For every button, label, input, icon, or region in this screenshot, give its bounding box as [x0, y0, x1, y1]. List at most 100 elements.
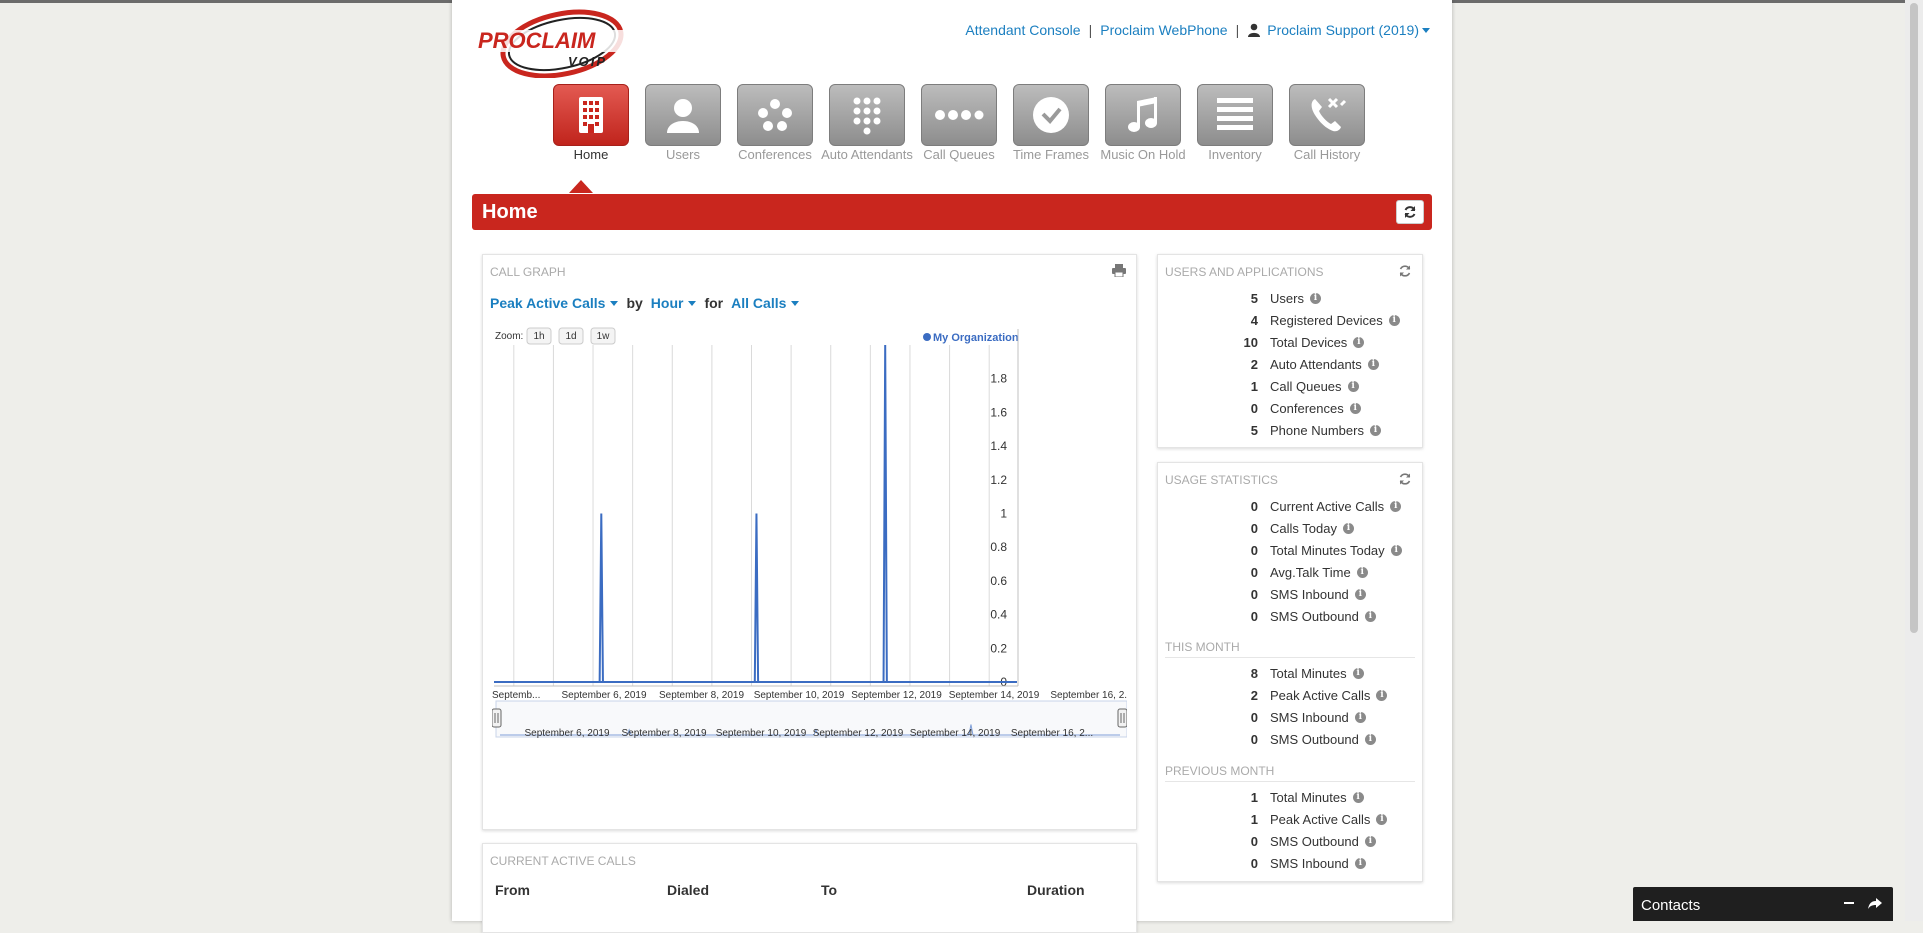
stat-row: 0 Calls Today i — [1158, 517, 1424, 539]
phone-history-icon — [1289, 84, 1365, 146]
nav-label: Users — [666, 147, 700, 162]
stat-row: 4 Registered Devices i — [1158, 309, 1424, 331]
scrollbar-thumb[interactable] — [1910, 3, 1918, 633]
navigator-tick-label: September 10, 2019 — [716, 728, 807, 739]
column-header-dialed[interactable]: Dialed — [667, 882, 709, 898]
page-title: Home — [482, 201, 538, 223]
logo-text-top: PROCLAIM — [478, 28, 596, 53]
column-header-duration[interactable]: Duration — [1027, 882, 1085, 898]
nav-label: Call History — [1293, 147, 1361, 162]
link-separator: | — [1088, 22, 1093, 38]
metric-dropdown[interactable]: Peak Active Calls — [490, 295, 619, 311]
info-icon[interactable]: i — [1376, 813, 1388, 825]
stat-row: 0 Conferences i — [1158, 397, 1424, 419]
info-icon[interactable]: i — [1388, 314, 1400, 326]
info-icon[interactable]: i — [1376, 689, 1388, 701]
stat-value: 0 — [1250, 709, 1258, 725]
info-icon[interactable]: i — [1354, 588, 1366, 600]
stat-value: 0 — [1250, 564, 1258, 580]
usage-stats-panel: USAGE STATISTICS 0 Current Active Calls i 0… — [1157, 462, 1423, 882]
nav-item-auto-attendants[interactable]: Auto Attendants — [821, 84, 913, 162]
stat-row: 1 Peak Active Calls i — [1158, 808, 1424, 830]
call-graph-title: CALL GRAPH — [490, 265, 566, 279]
attendant-console-link[interactable]: Attendant Console — [965, 22, 1080, 38]
nav-label: Music On Hold — [1100, 147, 1186, 162]
minimize-icon[interactable] — [1841, 895, 1857, 911]
nav-item-call-queues[interactable]: Call Queues — [913, 84, 1005, 162]
scope-dropdown[interactable]: All Calls — [731, 295, 800, 311]
legend-marker — [923, 333, 931, 341]
info-icon[interactable]: i — [1364, 610, 1376, 622]
users-apps-panel: USERS AND APPLICATIONS 5 Users i 4 Registere… — [1157, 254, 1423, 448]
info-icon[interactable]: i — [1364, 733, 1376, 745]
stat-row: 0 Total Minutes Today i — [1158, 539, 1424, 561]
stat-row: 5 Users i — [1158, 287, 1424, 309]
graph-controls: Peak Active Calls by Hour for All Calls — [490, 295, 800, 311]
info-icon[interactable]: i — [1354, 857, 1366, 869]
zoom-label: Zoom: — [495, 331, 523, 342]
stat-label: Total Minutes Today — [1270, 542, 1385, 558]
info-icon[interactable]: i — [1390, 500, 1402, 512]
stat-label: Registered Devices — [1270, 312, 1383, 328]
info-icon[interactable]: i — [1349, 402, 1361, 414]
link-separator: | — [1235, 22, 1240, 38]
music-icon — [1105, 84, 1181, 146]
navigator-left-handle[interactable] — [491, 708, 502, 728]
info-icon[interactable]: i — [1352, 791, 1364, 803]
info-icon[interactable]: i — [1364, 835, 1376, 847]
webphone-link[interactable]: Proclaim WebPhone — [1100, 22, 1227, 38]
chevron-down-icon — [1422, 28, 1430, 33]
keypad-icon — [829, 84, 905, 146]
clock-icon — [1013, 84, 1089, 146]
user-menu[interactable]: Proclaim Support (2019) — [1267, 22, 1430, 38]
column-header-to[interactable]: To — [821, 882, 837, 898]
info-icon[interactable]: i — [1309, 292, 1321, 304]
stat-label: Users — [1270, 290, 1304, 306]
zoom-button-label: 1h — [533, 331, 544, 342]
nav-item-users[interactable]: Users — [637, 84, 729, 162]
info-icon[interactable]: i — [1353, 336, 1365, 348]
nav-item-music-on-hold[interactable]: Music On Hold — [1097, 84, 1189, 162]
users-apps-list: 5 Users i 4 Registered Devices i 10 Total Devic… — [1158, 287, 1424, 441]
info-icon[interactable]: i — [1342, 522, 1354, 534]
stat-value: 8 — [1250, 665, 1258, 681]
refresh-button[interactable] — [1396, 200, 1424, 224]
share-arrow-icon[interactable] — [1867, 895, 1883, 911]
y-tick-label: 1.2 — [990, 473, 1007, 487]
stat-label: Total Devices — [1270, 334, 1348, 350]
stat-label: SMS Outbound — [1270, 608, 1359, 624]
info-icon[interactable]: i — [1390, 544, 1402, 556]
main-nav: Home Users Conferences Auto Attendants C… — [545, 84, 1373, 162]
divider — [1165, 781, 1415, 782]
navigator-tick-label: September 14, 2019 — [910, 728, 1001, 739]
nav-item-time-frames[interactable]: Time Frames — [1005, 84, 1097, 162]
nav-item-conferences[interactable]: Conferences — [729, 84, 821, 162]
legend-label[interactable]: My Organization — [933, 332, 1019, 344]
print-icon[interactable] — [1112, 264, 1126, 278]
info-icon[interactable]: i — [1369, 424, 1381, 436]
nav-item-inventory[interactable]: Inventory — [1189, 84, 1281, 162]
nav-item-home[interactable]: Home — [545, 84, 637, 162]
nav-item-call-history[interactable]: Call History — [1281, 84, 1373, 162]
stat-value: 5 — [1250, 422, 1258, 438]
info-icon[interactable]: i — [1347, 380, 1359, 392]
contacts-widget[interactable]: Contacts — [1633, 887, 1893, 921]
usage-stats-title: USAGE STATISTICS — [1165, 473, 1278, 487]
proclaim-logo[interactable]: PROCLAIM VOIP — [472, 8, 652, 78]
page-scrollbar[interactable] — [1905, 0, 1923, 921]
info-icon[interactable]: i — [1352, 667, 1364, 679]
stat-value: 0 — [1250, 498, 1258, 514]
column-header-from[interactable]: From — [495, 882, 530, 898]
interval-dropdown[interactable]: Hour — [651, 295, 697, 311]
info-icon[interactable]: i — [1354, 711, 1366, 723]
y-tick-label: 0.2 — [990, 641, 1007, 655]
stat-label: Current Active Calls — [1270, 498, 1385, 514]
info-icon[interactable]: i — [1356, 566, 1368, 578]
info-icon[interactable]: i — [1367, 358, 1379, 370]
stat-label: Peak Active Calls — [1270, 811, 1371, 827]
navigator-right-handle[interactable] — [1117, 708, 1128, 728]
nav-label: Conferences — [738, 147, 812, 162]
page-sheet: PROCLAIM VOIP Attendant Console | Procla… — [452, 0, 1452, 933]
refresh-icon[interactable] — [1398, 472, 1412, 486]
refresh-icon[interactable] — [1398, 264, 1412, 278]
